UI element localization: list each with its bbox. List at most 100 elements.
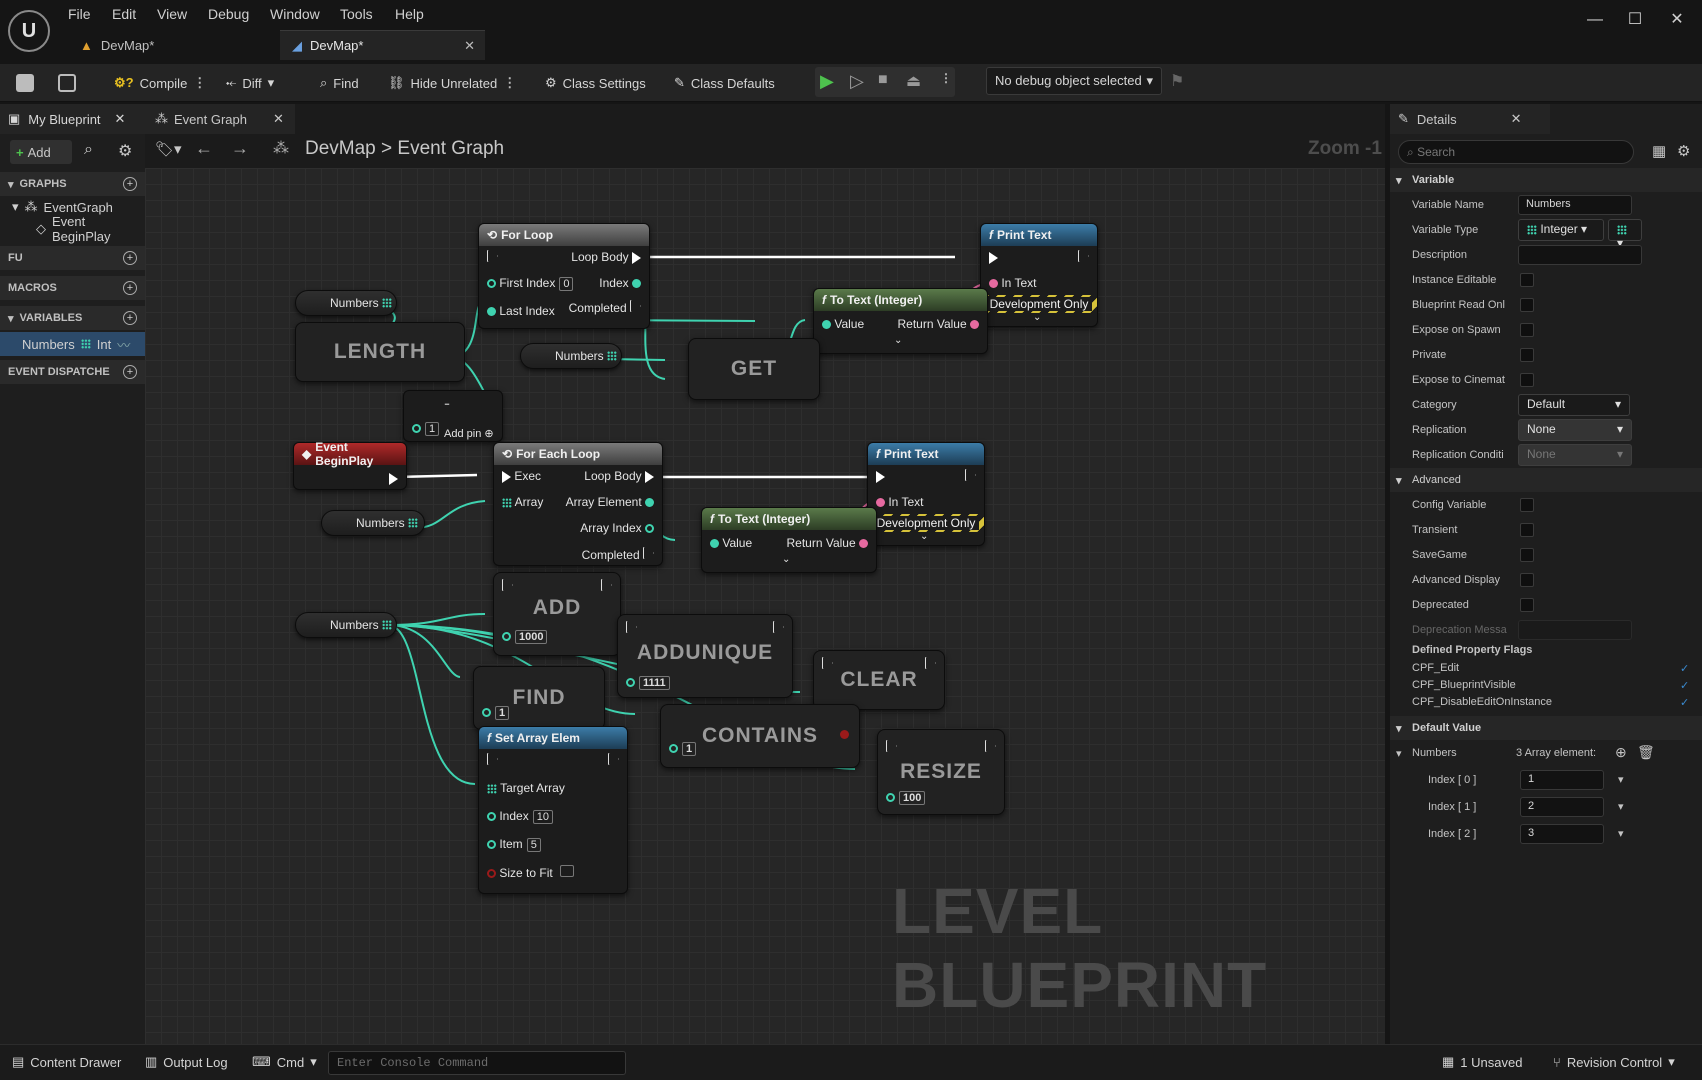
loop-body-pin[interactable]: Loop Body [584, 469, 654, 483]
print-text-node-1[interactable]: f Print Text In Text Development Only ⌄ [980, 223, 1098, 327]
save-icon[interactable] [16, 70, 34, 96]
exec-out-pin[interactable] [965, 469, 976, 484]
tab-event-graph[interactable]: ⁂ Event Graph ✕ [145, 104, 295, 134]
add-item-pin[interactable]: 1000 [502, 629, 548, 644]
element-2-input[interactable]: 3 [1520, 824, 1604, 844]
exec-out-pin[interactable] [389, 471, 398, 485]
functions-section[interactable]: FU + [0, 246, 145, 270]
numbers-getter-4[interactable]: Numbers [295, 612, 397, 638]
config-variable-checkbox[interactable] [1520, 498, 1534, 512]
menu-window[interactable]: Window [270, 6, 320, 26]
subtract-b-value[interactable]: 1 [425, 422, 440, 436]
search-icon[interactable]: ⌕ [84, 141, 93, 159]
index-value[interactable]: 10 [532, 810, 553, 824]
variable-type-select[interactable]: Integer ▾ [1518, 219, 1604, 241]
expand-icon[interactable]: ⌄ [920, 531, 928, 542]
table-view-icon[interactable]: ▦ [1652, 142, 1666, 160]
expand-icon[interactable]: ⌄ [894, 335, 902, 346]
variables-section[interactable]: ▾ VARIABLES + [0, 306, 145, 330]
add-dispatcher-icon[interactable]: + [123, 365, 137, 379]
chevron-down-icon[interactable]: ▾ [1618, 800, 1624, 813]
index-pin[interactable]: Index [599, 276, 641, 290]
chevron-down-icon[interactable]: ▾ [1618, 773, 1624, 786]
value-pin[interactable]: Value [822, 317, 864, 331]
menu-tools[interactable]: Tools [340, 6, 373, 26]
compile-button[interactable]: ⚙? Compile ⋮ [114, 70, 206, 96]
macros-section[interactable]: MACROS + [0, 276, 145, 300]
first-index-pin[interactable]: First Index 0 [487, 276, 574, 291]
minimize-icon[interactable]: — [1580, 10, 1610, 30]
play-options-icon[interactable]: ⋮ [940, 71, 952, 85]
contains-item-value[interactable]: 1 [682, 742, 697, 756]
browse-icon[interactable] [58, 70, 76, 96]
last-index-pin[interactable]: Last Index [487, 304, 555, 318]
collapse-icon[interactable]: ▾ [1396, 747, 1402, 760]
forward-arrow-icon[interactable]: → [231, 138, 249, 159]
array-pin[interactable] [382, 620, 393, 630]
output-log-button[interactable]: ▥ Output Log [145, 1054, 228, 1070]
close-tab-icon[interactable]: ✕ [464, 38, 475, 54]
tab-my-blueprint[interactable]: ▣ My Blueprint ✕ [0, 104, 145, 134]
element-0-input[interactable]: 1 [1520, 770, 1604, 790]
unreal-logo-icon[interactable]: U [8, 10, 50, 52]
array-pin[interactable] [607, 351, 618, 361]
array-find-node[interactable]: FIND 1 [473, 666, 605, 730]
array-resize-node[interactable]: RESIZE 100 [877, 729, 1005, 815]
to-text-node-1[interactable]: f To Text (Integer) Value Return Value ⌄ [813, 288, 988, 354]
exec-out-pin[interactable] [925, 657, 936, 672]
numbers-getter-2[interactable]: Numbers [520, 343, 622, 369]
tab-devmap-blueprint[interactable]: ◢ DevMap* ✕ [280, 30, 485, 60]
category-select[interactable]: Default ▾ [1518, 394, 1630, 416]
advanced-display-checkbox[interactable] [1520, 573, 1534, 587]
return-value-pin[interactable]: Return Value [898, 317, 979, 331]
completed-pin[interactable]: Completed [582, 547, 654, 562]
chevron-down-icon[interactable]: ▾ [1618, 827, 1624, 840]
expand-icon[interactable]: ⌄ [782, 554, 790, 565]
diff-button[interactable]: ⤝ Diff ▾ [226, 70, 274, 96]
add-item-value[interactable]: 1000 [515, 630, 548, 644]
in-text-pin[interactable]: In Text [989, 276, 1036, 290]
array-contains-node[interactable]: CONTAINS 1 [660, 704, 860, 768]
array-pin[interactable]: Array [502, 495, 543, 509]
class-defaults-button[interactable]: ✎ Class Defaults [674, 70, 775, 96]
loop-body-pin[interactable]: Loop Body [571, 250, 641, 264]
size-to-fit-pin[interactable]: Size to Fit [487, 865, 575, 880]
close-icon[interactable]: ✕ [1511, 111, 1522, 127]
exec-out-pin[interactable] [773, 621, 784, 636]
breadcrumb-root[interactable]: DevMap [305, 138, 376, 159]
graphs-section[interactable]: ▾ GRAPHS + [0, 172, 145, 196]
event-dispatchers-section[interactable]: EVENT DISPATCHE + [0, 360, 145, 384]
exec-in-pin[interactable] [502, 579, 513, 594]
compile-options-icon[interactable]: ⋮ [193, 75, 206, 91]
close-icon[interactable]: ✕ [273, 111, 284, 127]
deprecated-checkbox[interactable] [1520, 598, 1534, 612]
array-clear-node[interactable]: CLEAR [813, 650, 945, 710]
exec-in-pin[interactable] [886, 740, 897, 755]
maximize-icon[interactable]: ☐ [1620, 10, 1650, 30]
target-array-pin[interactable]: Target Array [487, 781, 565, 795]
menu-help[interactable]: Help [395, 6, 424, 26]
resize-size-value[interactable]: 100 [899, 791, 926, 805]
debug-filter-icon[interactable]: ⚑ [1170, 71, 1184, 91]
exec-out-pin[interactable] [1078, 250, 1089, 265]
exec-out-pin[interactable] [985, 740, 996, 755]
private-checkbox[interactable] [1520, 348, 1534, 362]
deprecation-message-input[interactable] [1518, 620, 1632, 640]
contains-item-pin[interactable]: 1 [669, 741, 697, 756]
set-array-elem-node[interactable]: f Set Array Elem Target Array Index 10 Ite… [478, 726, 628, 894]
revision-control-button[interactable]: ⑂ Revision Control ▾ [1553, 1054, 1675, 1070]
print-text-node-2[interactable]: f Print Text In Text Development Only ⌄ [867, 442, 985, 546]
exec-in-pin[interactable] [487, 250, 498, 265]
array-pin[interactable] [408, 518, 419, 528]
play-icon[interactable]: ▶ [820, 71, 834, 92]
element-1-input[interactable]: 2 [1520, 797, 1604, 817]
length-node[interactable]: LENGTH [295, 322, 465, 382]
numbers-getter-3[interactable]: Numbers [321, 510, 425, 536]
exec-in-pin[interactable] [876, 469, 885, 483]
blueprint-read-only-checkbox[interactable] [1520, 298, 1534, 312]
exec-in-pin[interactable]: Exec [502, 469, 541, 483]
exec-in-pin[interactable] [989, 250, 998, 264]
transient-checkbox[interactable] [1520, 523, 1534, 537]
class-settings-button[interactable]: ⚙ Class Settings [545, 70, 646, 96]
subtract-node[interactable]: - 1 Add pin ⊕ [403, 390, 503, 442]
